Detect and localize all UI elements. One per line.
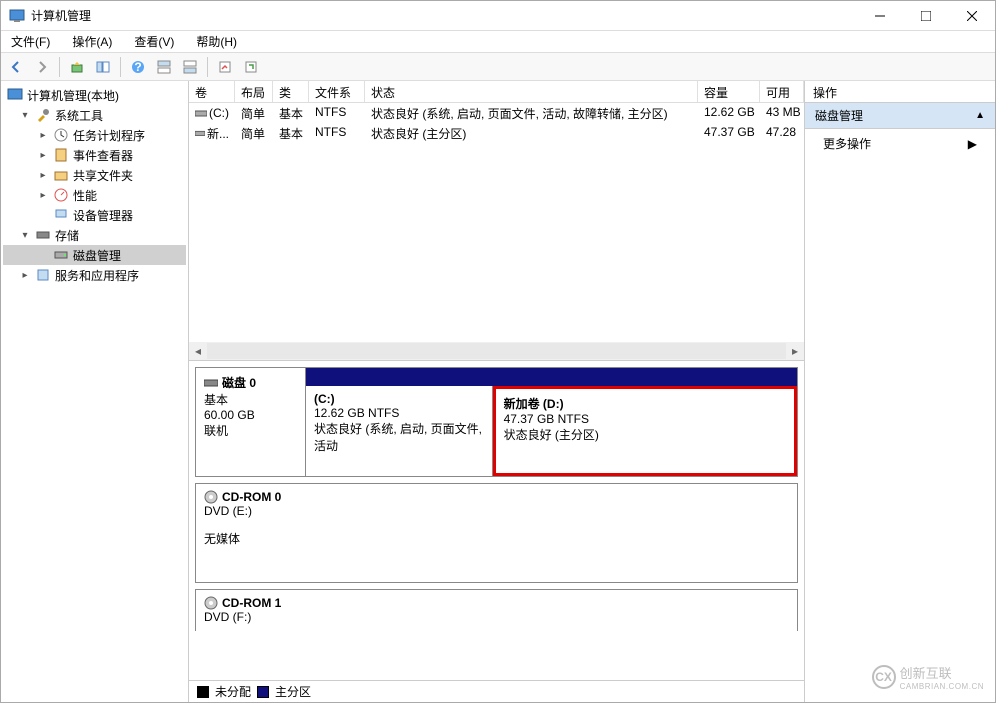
menu-help[interactable]: 帮助(H) xyxy=(192,31,241,52)
forward-button[interactable] xyxy=(31,56,53,78)
back-button[interactable] xyxy=(5,56,27,78)
tree-services-apps[interactable]: ▸服务和应用程序 xyxy=(3,265,186,285)
volume-row[interactable]: 新... 简单 基本 NTFS 状态良好 (主分区) 47.37 GB 47.2… xyxy=(189,123,804,143)
tools-icon xyxy=(35,107,51,123)
actions-more[interactable]: 更多操作 ▶ xyxy=(805,129,995,158)
clock-icon xyxy=(53,127,69,143)
event-icon xyxy=(53,147,69,163)
tree-system-tools[interactable]: ▾系统工具 xyxy=(3,105,186,125)
maximize-button[interactable] xyxy=(903,1,949,31)
view-bottom-button[interactable] xyxy=(179,56,201,78)
disk-label: 磁盘 0 基本 60.00 GB 联机 xyxy=(196,368,306,476)
col-type[interactable]: 类型 xyxy=(273,81,309,102)
up-button[interactable] xyxy=(66,56,88,78)
tree-event-viewer[interactable]: ▸事件查看器 xyxy=(3,145,186,165)
properties-button[interactable] xyxy=(214,56,236,78)
legend-unallocated: 未分配 xyxy=(215,683,251,700)
partition-d[interactable]: 新加卷 (D:) 47.37 GB NTFS 状态良好 (主分区) xyxy=(493,386,797,476)
toolbar: ? xyxy=(1,53,995,81)
disk-graphical-view: 磁盘 0 基本 60.00 GB 联机 (C:) 12.62 GB NTFS 状… xyxy=(189,361,804,680)
tree-performance[interactable]: ▸性能 xyxy=(3,185,186,205)
col-volume[interactable]: 卷 xyxy=(189,81,235,102)
main-area: 计算机管理(本地) ▾系统工具 ▸任务计划程序 ▸事件查看器 ▸共享文件夹 ▸性… xyxy=(1,81,995,702)
app-icon xyxy=(9,8,25,24)
watermark: CX 创新互联 CAMBRIAN.COM.CN xyxy=(872,663,984,691)
legend-swatch-unallocated xyxy=(197,686,209,698)
horizontal-scrollbar[interactable]: ◂ ▸ xyxy=(189,342,804,360)
nav-tree: 计算机管理(本地) ▾系统工具 ▸任务计划程序 ▸事件查看器 ▸共享文件夹 ▸性… xyxy=(1,81,189,702)
actions-panel: 操作 磁盘管理 ▲ 更多操作 ▶ xyxy=(805,81,995,702)
tree-root[interactable]: 计算机管理(本地) xyxy=(3,85,186,105)
partition-header-bar xyxy=(306,368,797,386)
actions-header: 操作 xyxy=(805,81,995,103)
caret-right-icon[interactable]: ▸ xyxy=(37,150,49,161)
col-free[interactable]: 可用空 xyxy=(760,81,804,102)
actions-section[interactable]: 磁盘管理 ▲ xyxy=(805,103,995,129)
disk-label: CD-ROM 1 DVD (F:) xyxy=(196,590,797,631)
computer-icon xyxy=(7,87,23,103)
folder-icon xyxy=(53,167,69,183)
caret-down-icon[interactable]: ▾ xyxy=(19,110,31,121)
menu-action[interactable]: 操作(A) xyxy=(68,31,116,52)
disk-row-cdrom0[interactable]: CD-ROM 0 DVD (E:) 无媒体 xyxy=(195,483,798,583)
caret-right-icon[interactable]: ▸ xyxy=(37,130,49,141)
drive-icon xyxy=(195,108,207,118)
menubar: 文件(F) 操作(A) 查看(V) 帮助(H) xyxy=(1,31,995,53)
col-filesystem[interactable]: 文件系统 xyxy=(309,81,365,102)
tree-storage[interactable]: ▾存储 xyxy=(3,225,186,245)
legend: 未分配 主分区 xyxy=(189,680,804,702)
drive-icon xyxy=(195,128,205,138)
caret-right-icon[interactable]: ▸ xyxy=(37,170,49,181)
close-button[interactable] xyxy=(949,1,995,31)
col-status[interactable]: 状态 xyxy=(365,81,698,102)
caret-right-icon[interactable]: ▸ xyxy=(37,190,49,201)
cdrom-icon xyxy=(204,596,218,610)
cdrom-icon xyxy=(204,490,218,504)
performance-icon xyxy=(53,187,69,203)
watermark-logo-icon: CX xyxy=(872,665,896,689)
center-panel: 卷 布局 类型 文件系统 状态 容量 可用空 (C:) 简单 基本 NTFS 状… xyxy=(189,81,805,702)
volume-list: 卷 布局 类型 文件系统 状态 容量 可用空 (C:) 简单 基本 NTFS 状… xyxy=(189,81,804,361)
tree-device-manager[interactable]: 设备管理器 xyxy=(3,205,186,225)
view-top-button[interactable] xyxy=(153,56,175,78)
disk-icon xyxy=(53,247,69,263)
disk-row-cdrom1[interactable]: CD-ROM 1 DVD (F:) xyxy=(195,589,798,631)
col-layout[interactable]: 布局 xyxy=(235,81,273,102)
partition-c[interactable]: (C:) 12.62 GB NTFS 状态良好 (系统, 启动, 页面文件, 活… xyxy=(306,386,493,476)
refresh-button[interactable] xyxy=(240,56,262,78)
chevron-right-icon: ▶ xyxy=(968,137,977,151)
menu-file[interactable]: 文件(F) xyxy=(7,31,54,52)
minimize-button[interactable] xyxy=(857,1,903,31)
col-capacity[interactable]: 容量 xyxy=(698,81,760,102)
disk-row-disk0[interactable]: 磁盘 0 基本 60.00 GB 联机 (C:) 12.62 GB NTFS 状… xyxy=(195,367,798,477)
scroll-left-icon[interactable]: ◂ xyxy=(189,343,207,359)
caret-right-icon[interactable]: ▸ xyxy=(19,270,31,281)
tree-task-scheduler[interactable]: ▸任务计划程序 xyxy=(3,125,186,145)
volume-headers: 卷 布局 类型 文件系统 状态 容量 可用空 xyxy=(189,81,804,103)
storage-icon xyxy=(35,227,51,243)
legend-swatch-primary xyxy=(257,686,269,698)
caret-down-icon[interactable]: ▾ xyxy=(19,230,31,241)
collapse-icon[interactable]: ▲ xyxy=(975,110,985,121)
device-icon xyxy=(53,207,69,223)
show-hide-tree-button[interactable] xyxy=(92,56,114,78)
window-title: 计算机管理 xyxy=(31,7,857,24)
services-icon xyxy=(35,267,51,283)
tree-disk-management[interactable]: 磁盘管理 xyxy=(3,245,186,265)
volume-row[interactable]: (C:) 简单 基本 NTFS 状态良好 (系统, 启动, 页面文件, 活动, … xyxy=(189,103,804,123)
help-button[interactable]: ? xyxy=(127,56,149,78)
tree-shared-folders[interactable]: ▸共享文件夹 xyxy=(3,165,186,185)
titlebar: 计算机管理 xyxy=(1,1,995,31)
scroll-right-icon[interactable]: ▸ xyxy=(786,343,804,359)
svg-text:?: ? xyxy=(134,60,141,74)
legend-primary: 主分区 xyxy=(275,683,311,700)
menu-view[interactable]: 查看(V) xyxy=(130,31,178,52)
disk-icon xyxy=(204,377,218,389)
disk-label: CD-ROM 0 DVD (E:) 无媒体 xyxy=(196,484,797,582)
